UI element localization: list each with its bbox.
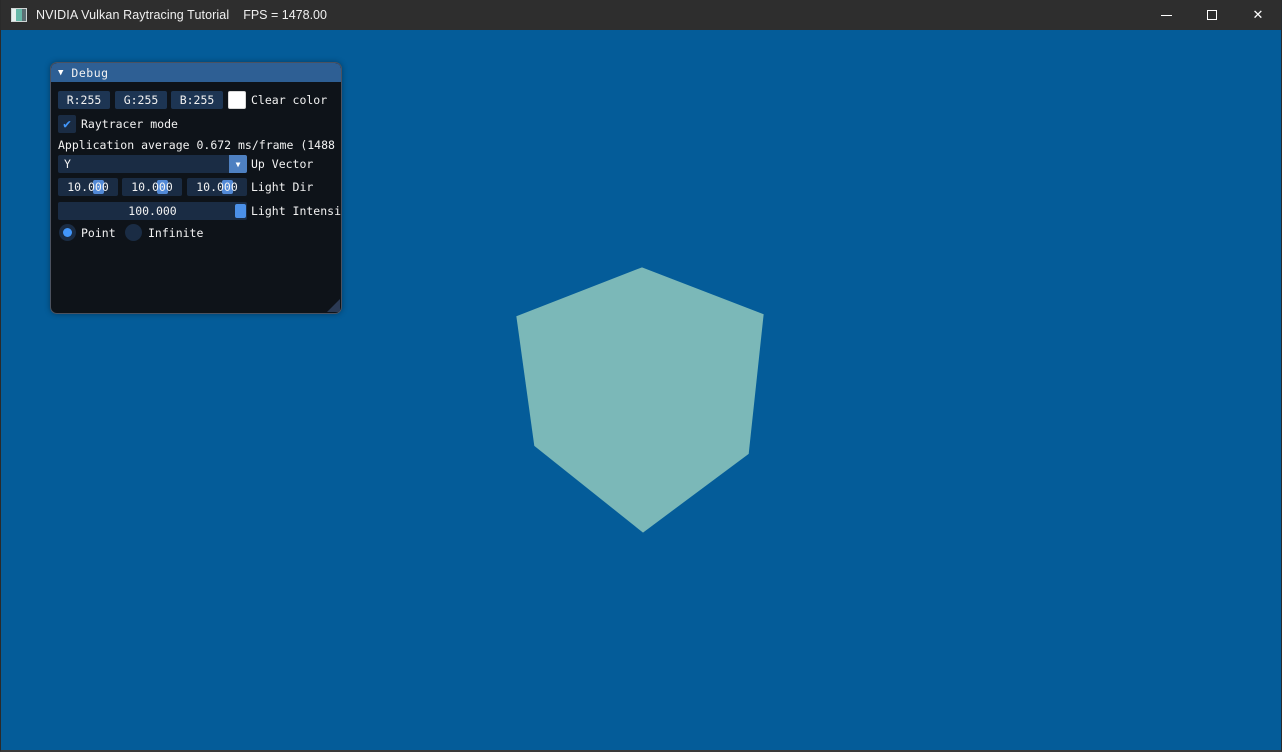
light-intensity-label: Light Intensity bbox=[251, 202, 342, 220]
panel-resize-grip[interactable] bbox=[327, 299, 340, 312]
close-button[interactable]: ✕ bbox=[1235, 0, 1281, 30]
cube-polygon bbox=[516, 267, 763, 532]
light-dir-row: 10.000 10.000 10.000 Light Dir bbox=[51, 178, 341, 196]
app-icon-part bbox=[22, 9, 26, 21]
point-light-radio[interactable] bbox=[59, 224, 76, 241]
frame-stats-text: Application average 0.672 ms/frame (1488 bbox=[58, 137, 335, 154]
close-icon: ✕ bbox=[1253, 9, 1264, 22]
app-icon[interactable] bbox=[11, 8, 27, 22]
light-dir-x-slider[interactable]: 10.000 bbox=[58, 178, 118, 196]
clear-color-label: Clear color bbox=[251, 91, 327, 109]
collapse-arrow-icon: ▼ bbox=[58, 68, 63, 78]
radio-dot bbox=[63, 228, 72, 237]
minimize-icon bbox=[1161, 15, 1172, 16]
up-vector-value: Y bbox=[64, 155, 71, 173]
light-dir-y-slider[interactable]: 10.000 bbox=[122, 178, 182, 196]
light-intensity-slider[interactable]: 100.000 bbox=[58, 202, 247, 220]
clear-color-swatch[interactable] bbox=[228, 91, 246, 109]
maximize-button[interactable] bbox=[1189, 0, 1235, 30]
panel-title: Debug bbox=[71, 66, 108, 80]
up-vector-row: Y ▼ Up Vector bbox=[51, 155, 341, 173]
raytracer-checkbox[interactable]: ✔ bbox=[58, 115, 76, 133]
checkmark-icon: ✔ bbox=[63, 117, 71, 132]
up-vector-combo[interactable]: Y ▼ bbox=[58, 155, 247, 173]
red-button-label: R:255 bbox=[67, 93, 102, 107]
infinite-light-radio[interactable] bbox=[125, 224, 142, 241]
light-dir-x-value: 10.000 bbox=[58, 178, 118, 196]
raytracer-label: Raytracer mode bbox=[81, 115, 178, 133]
point-light-label: Point bbox=[81, 224, 116, 242]
combo-arrow-button[interactable]: ▼ bbox=[229, 155, 247, 173]
green-255-button[interactable]: G:255 bbox=[115, 91, 167, 109]
light-intensity-value: 100.000 bbox=[58, 202, 247, 220]
up-vector-label: Up Vector bbox=[251, 155, 313, 173]
red-255-button[interactable]: R:255 bbox=[58, 91, 110, 109]
debug-panel: ▼ Debug R:255 G:255 B:255 Clear color bbox=[50, 62, 342, 314]
raytracer-row: ✔ Raytracer mode bbox=[51, 115, 341, 133]
minimize-button[interactable] bbox=[1143, 0, 1189, 30]
titlebar[interactable]: NVIDIA Vulkan Raytracing Tutorial FPS = … bbox=[1, 0, 1281, 30]
clear-color-row: R:255 G:255 B:255 Clear color bbox=[51, 91, 341, 109]
green-button-label: G:255 bbox=[124, 93, 159, 107]
blue-255-button[interactable]: B:255 bbox=[171, 91, 223, 109]
light-dir-z-value: 10.000 bbox=[187, 178, 247, 196]
light-type-row: Point Infinite bbox=[51, 224, 341, 242]
maximize-icon bbox=[1207, 10, 1217, 20]
light-dir-y-value: 10.000 bbox=[122, 178, 182, 196]
viewport-3d[interactable]: ▼ Debug R:255 G:255 B:255 Clear color bbox=[1, 30, 1281, 750]
light-dir-label: Light Dir bbox=[251, 178, 313, 196]
window-title: NVIDIA Vulkan Raytracing Tutorial bbox=[36, 8, 229, 22]
combo-arrow-icon: ▼ bbox=[236, 160, 241, 169]
light-dir-z-slider[interactable]: 10.000 bbox=[187, 178, 247, 196]
infinite-light-label: Infinite bbox=[148, 224, 203, 242]
debug-panel-header[interactable]: ▼ Debug bbox=[51, 63, 341, 82]
blue-button-label: B:255 bbox=[180, 93, 215, 107]
fps-counter: FPS = 1478.00 bbox=[243, 8, 327, 22]
app-window: NVIDIA Vulkan Raytracing Tutorial FPS = … bbox=[0, 0, 1282, 752]
light-intensity-row: 100.000 Light Intensity bbox=[51, 202, 341, 220]
